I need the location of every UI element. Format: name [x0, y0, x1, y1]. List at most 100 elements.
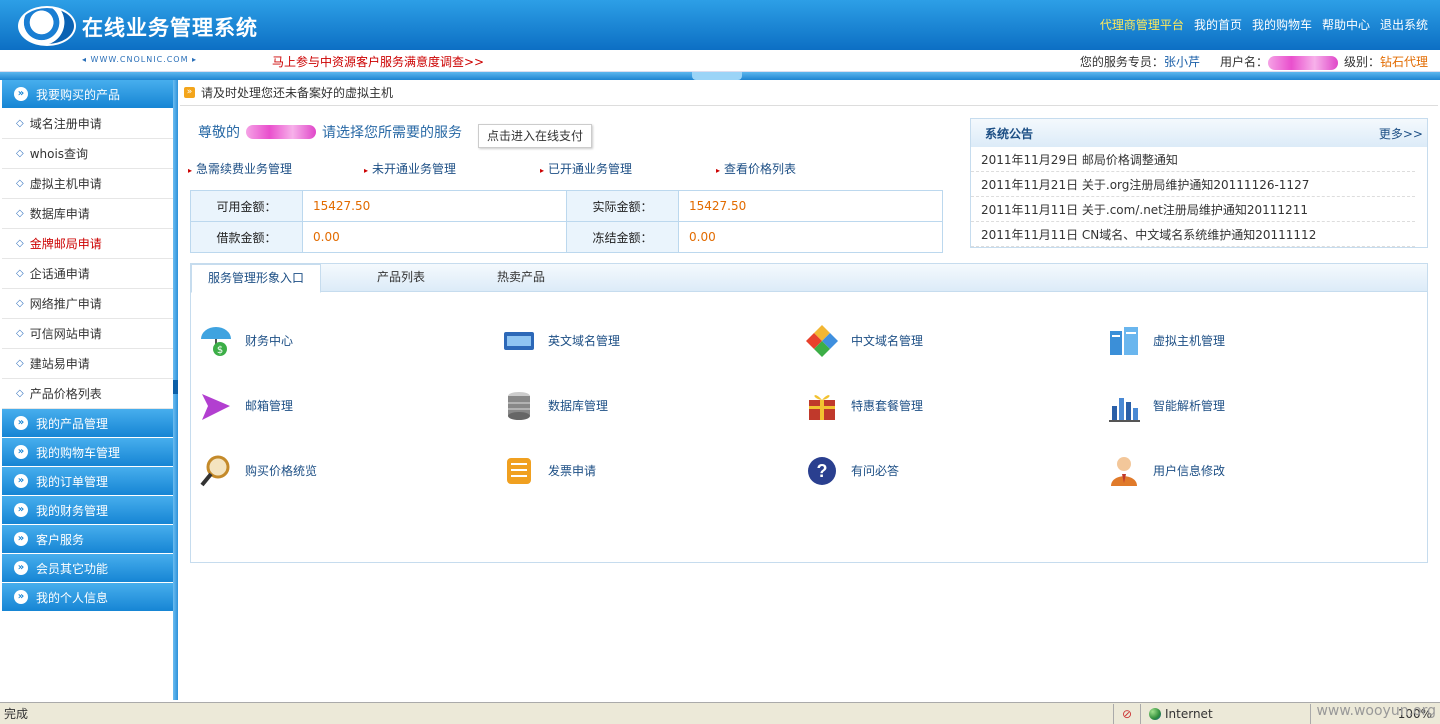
- service-item[interactable]: 邮箱管理: [197, 373, 500, 438]
- announcement-head: 系统公告 更多>>: [971, 119, 1427, 147]
- service-item[interactable]: 用户信息修改: [1105, 438, 1407, 503]
- diamond-icon: ◇: [16, 358, 24, 369]
- top-nav: 代理商管理平台 我的首页 我的购物车 帮助中心 退出系统: [1100, 16, 1428, 33]
- sidebar: » 我要购买的产品 ◇ 域名注册申请 ◇ whois查询 ◇ 虚拟主机申请 ◇ 数据库申请…: [2, 80, 173, 700]
- sidebar-splitter[interactable]: [173, 80, 178, 700]
- tab-product-list[interactable]: 产品列表: [361, 264, 441, 292]
- link-unopened[interactable]: ▸ 未开通业务管理: [364, 160, 540, 177]
- table-row: 可用金额： 15427.50 实际金额： 15427.50: [190, 190, 943, 222]
- nav-home[interactable]: 我的首页: [1194, 16, 1242, 33]
- announcement-item[interactable]: 2011年11月11日 CN域名、中文域名系统维护通知20111112: [971, 222, 1415, 247]
- sidebar-section-finance[interactable]: » 我的财务管理: [2, 496, 173, 525]
- sidebar-section-service[interactable]: » 客户服务: [2, 525, 173, 554]
- sidebar-item-trusted[interactable]: ◇ 可信网站申请: [2, 319, 173, 349]
- svg-text:?: ?: [817, 461, 828, 481]
- service-item[interactable]: ? 有问必答: [803, 438, 1105, 503]
- gift-icon: [803, 387, 841, 425]
- service-label: 您的服务专员：: [1079, 55, 1164, 69]
- chevron-icon: »: [14, 416, 28, 430]
- sidebar-item-whois[interactable]: ◇ whois查询: [2, 139, 173, 169]
- username-blur: [1267, 55, 1338, 70]
- main-content: » 请及时处理您还未备案好的虚拟主机 尊敬的 请选择您所需要的服务 点击进入在线支…: [180, 80, 1438, 700]
- level-label: 级别：: [1343, 55, 1380, 69]
- tab-service-entry[interactable]: 服务管理形象入口: [191, 264, 322, 293]
- link-pricelist[interactable]: ▸ 查看价格列表: [716, 160, 892, 177]
- nav-logout[interactable]: 退出系统: [1380, 16, 1428, 33]
- sidebar-section-products[interactable]: » 我的产品管理: [2, 409, 173, 438]
- service-label: 虚拟主机管理: [1153, 334, 1226, 348]
- globe-icon: [1149, 707, 1161, 720]
- service-label: 数据库管理: [548, 399, 609, 413]
- notice-icon: »: [184, 87, 195, 98]
- scroll-icon: [500, 452, 538, 490]
- triangle-icon: ▸: [188, 166, 193, 175]
- status-bar: 完成 ⊘ Internet 100% www.wooyun.org: [0, 702, 1440, 724]
- chevron-icon: »: [14, 590, 28, 604]
- collapse-handle[interactable]: [692, 72, 742, 80]
- service-item[interactable]: 中文域名管理: [803, 308, 1105, 373]
- service-item[interactable]: 虚拟主机管理: [1105, 308, 1407, 373]
- service-label: 财务中心: [245, 334, 294, 348]
- triangle-icon: ▸: [540, 166, 545, 175]
- service-label: 购买价格统览: [245, 464, 318, 478]
- link-opened[interactable]: ▸ 已开通业务管理: [540, 160, 716, 177]
- sidebar-item-mail[interactable]: ◇ 金牌邮局申请: [2, 229, 173, 259]
- collapse-arrow-icon[interactable]: [173, 380, 178, 394]
- nav-help[interactable]: 帮助中心: [1322, 16, 1370, 33]
- service-label: 用户信息修改: [1153, 464, 1226, 478]
- server-icon: [1105, 322, 1143, 360]
- loan-label: 借款金额：: [190, 221, 303, 253]
- site-url: ◂ WWW.CNOLNIC.COM ▸: [82, 55, 198, 64]
- watermark: www.wooyun.org: [1316, 703, 1436, 719]
- sidebar-section-cart[interactable]: » 我的购物车管理: [2, 438, 173, 467]
- announcement-item[interactable]: 2011年11月11日 关于.com/.net注册局维护通知20111211: [971, 197, 1415, 222]
- announcement-item[interactable]: 2011年11月29日 邮局价格调整通知: [971, 147, 1415, 172]
- database-icon: [500, 387, 538, 425]
- notice-text[interactable]: 请及时处理您还未备案好的虚拟主机: [201, 84, 393, 101]
- sidebar-item-database[interactable]: ◇ 数据库申请: [2, 199, 173, 229]
- header: 在线业务管理系统 代理商管理平台 我的首页 我的购物车 帮助中心 退出系统: [0, 0, 1440, 50]
- notice-bar: » 请及时处理您还未备案好的虚拟主机: [180, 80, 1438, 106]
- link-renewal[interactable]: ▸ 急需续费业务管理: [188, 160, 364, 177]
- service-item[interactable]: 特惠套餐管理: [803, 373, 1105, 438]
- announcement-item[interactable]: 2011年11月21日 关于.org注册局维护通知20111126-1127: [971, 172, 1415, 197]
- card-icon: [500, 322, 538, 360]
- triangle-icon: ▸: [364, 166, 369, 175]
- nav-cart[interactable]: 我的购物车: [1252, 16, 1312, 33]
- tab-hot-products[interactable]: 热卖产品: [481, 264, 561, 292]
- diamond-icon: ◇: [16, 388, 24, 399]
- announcement-panel: 系统公告 更多>> 2011年11月29日 邮局价格调整通知 2011年11月21…: [970, 118, 1428, 248]
- svg-text:$: $: [217, 345, 223, 356]
- sidebar-item-qht[interactable]: ◇ 企话通申请: [2, 259, 173, 289]
- online-pay-button[interactable]: 点击进入在线支付: [478, 124, 593, 148]
- customer-name-blur: [246, 125, 316, 139]
- service-item[interactable]: 智能解析管理: [1105, 373, 1407, 438]
- sidebar-section-member[interactable]: » 会员其它功能: [2, 554, 173, 583]
- service-name: 张小芹: [1163, 55, 1200, 69]
- sidebar-item-domain[interactable]: ◇ 域名注册申请: [2, 109, 173, 139]
- service-info: 您的服务专员：张小芹 用户名： 级别：钻石代理: [1080, 53, 1428, 70]
- sub-bar: ◂ WWW.CNOLNIC.COM ▸ 马上参与中资源客户服务满意度调查>> 您…: [0, 50, 1440, 72]
- sidebar-section-orders[interactable]: » 我的订单管理: [2, 467, 173, 496]
- nav-agent-platform[interactable]: 代理商管理平台: [1100, 16, 1184, 33]
- user-label: 用户名：: [1219, 55, 1268, 69]
- diamond-icon: ◇: [16, 298, 24, 309]
- service-item[interactable]: $ 财务中心: [197, 308, 500, 373]
- more-link[interactable]: 更多>>: [1379, 125, 1423, 142]
- chevron-icon: »: [14, 503, 28, 517]
- survey-link[interactable]: 马上参与中资源客户服务满意度调查>>: [272, 53, 484, 70]
- service-item[interactable]: 数据库管理: [500, 373, 803, 438]
- sidebar-item-promotion[interactable]: ◇ 网络推广申请: [2, 289, 173, 319]
- service-item[interactable]: 购买价格统览: [197, 438, 500, 503]
- umbrella-money-icon: $: [197, 322, 235, 360]
- diamond-icon: ◇: [16, 148, 24, 159]
- sidebar-section-profile[interactable]: » 我的个人信息: [2, 583, 173, 612]
- sidebar-item-vhost[interactable]: ◇ 虚拟主机申请: [2, 169, 173, 199]
- service-item[interactable]: 英文域名管理: [500, 308, 803, 373]
- sidebar-head-buy[interactable]: » 我要购买的产品: [2, 80, 173, 109]
- sidebar-item-sitebuilder[interactable]: ◇ 建站易申请: [2, 349, 173, 379]
- tab-strip: 服务管理形象入口 产品列表 热卖产品: [191, 264, 1427, 293]
- service-item[interactable]: 发票申请: [500, 438, 803, 503]
- diamond-tiles-icon: [803, 322, 841, 360]
- sidebar-item-pricelist[interactable]: ◇ 产品价格列表: [2, 379, 173, 409]
